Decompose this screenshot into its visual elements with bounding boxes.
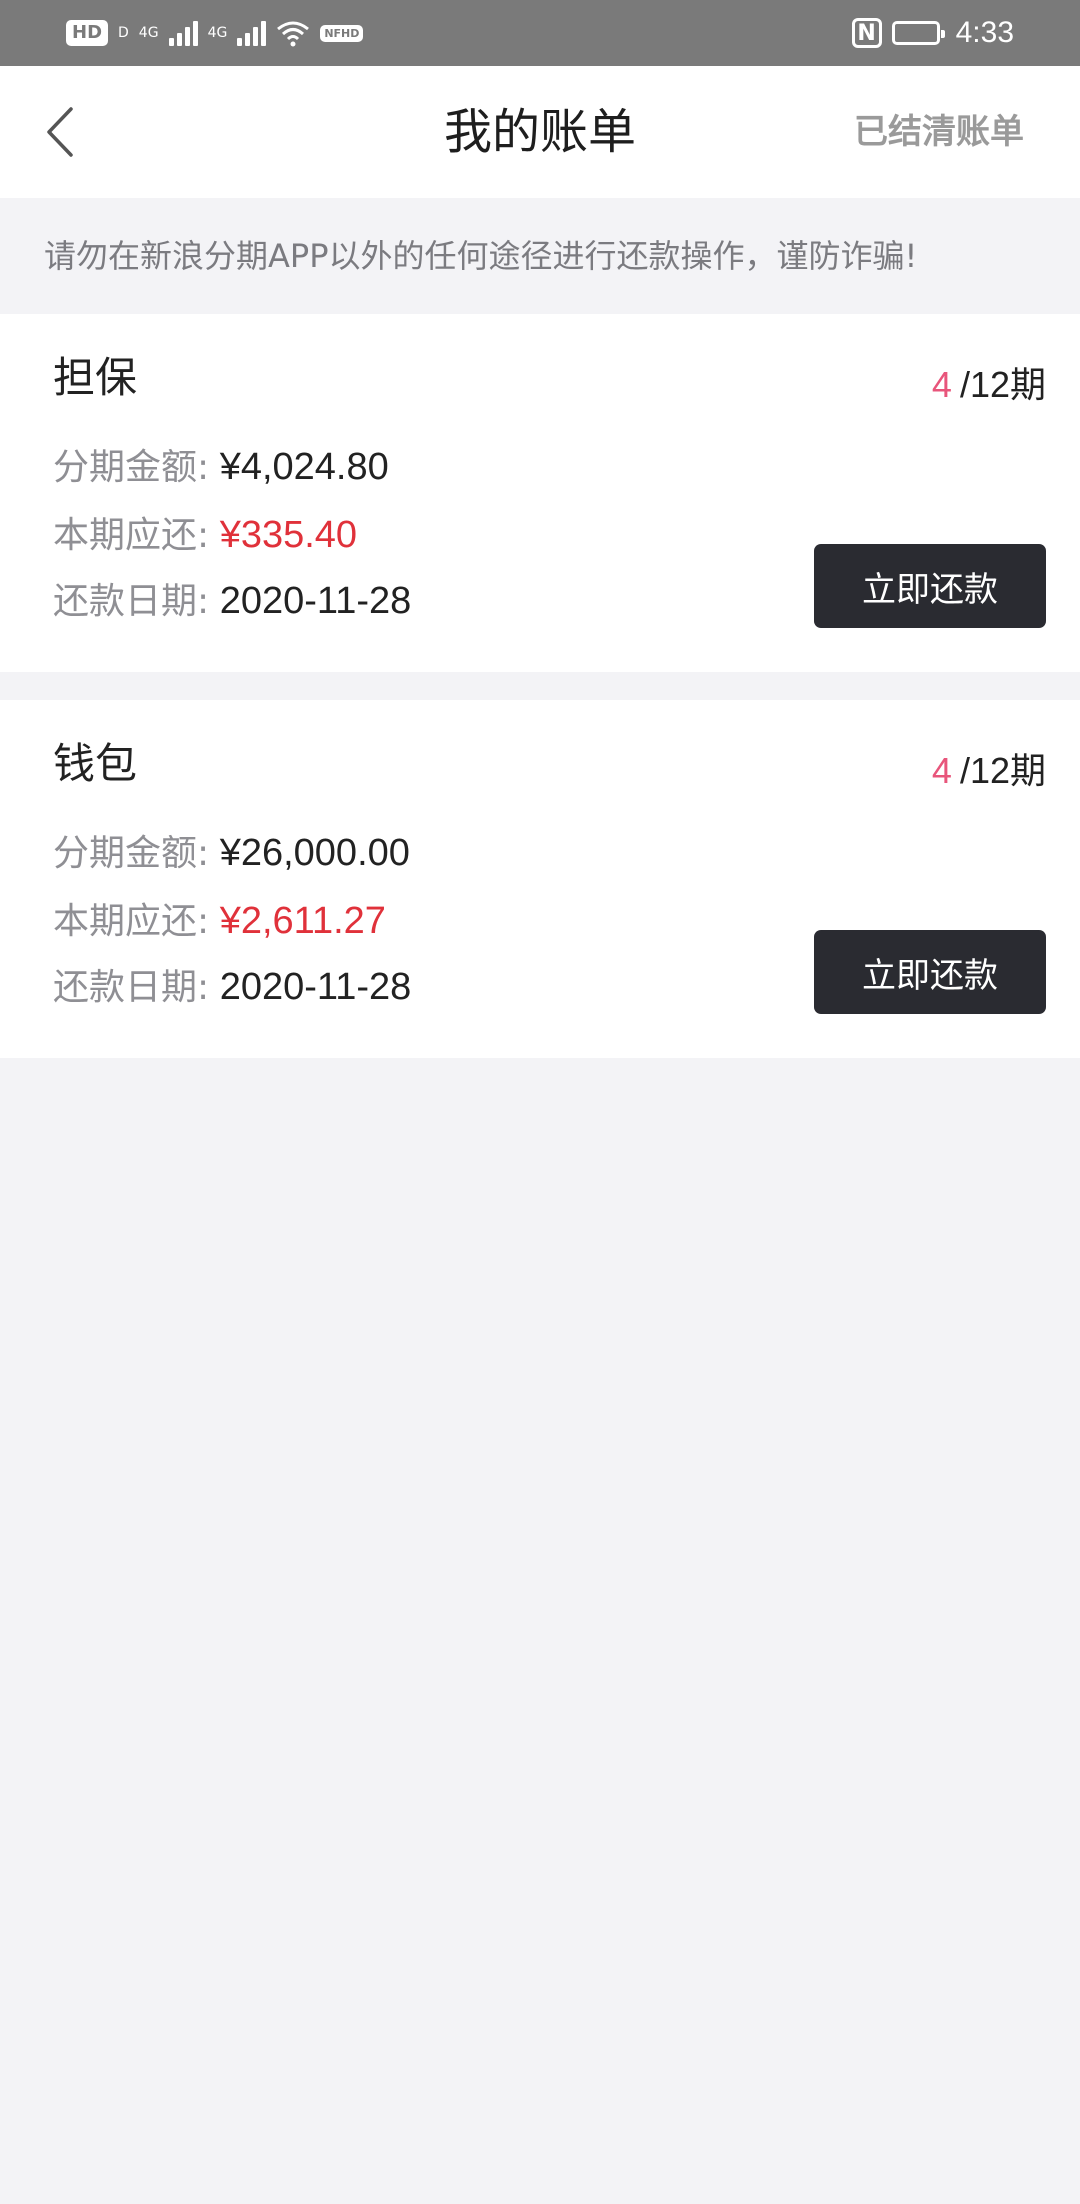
- nav-bar: 我的账单 已结清账单: [0, 66, 1080, 198]
- pay-now-button[interactable]: 立即还款: [814, 544, 1046, 628]
- bill-card: 担保 4/12期 分期金额: ¥4,024.80 本期应还: ¥335.40 还…: [0, 314, 1080, 672]
- settled-bills-link[interactable]: 已结清账单: [854, 66, 1024, 198]
- installment-amount-value: ¥4,024.80: [219, 446, 389, 488]
- nfc-icon: N: [851, 18, 882, 48]
- bill-name: 钱包: [53, 739, 138, 788]
- period-total: /12期: [959, 364, 1046, 405]
- current-due-label: 本期应还:: [53, 901, 210, 942]
- clock: 4:33: [955, 16, 1014, 49]
- pay-now-button[interactable]: 立即还款: [814, 930, 1046, 1014]
- current-due-row: 本期应还: ¥335.40: [53, 506, 357, 558]
- current-due-row: 本期应还: ¥2,611.27: [53, 892, 386, 944]
- status-bar: HD D 4G 4G NFHD N 4:33: [0, 0, 1080, 66]
- installment-amount-value: ¥26,000.00: [219, 832, 410, 874]
- signal-icon-2: [237, 20, 267, 46]
- bill-card: 钱包 4/12期 分期金额: ¥26,000.00 本期应还: ¥2,611.2…: [0, 700, 1080, 1058]
- status-bar-right: N 4:33: [851, 16, 1014, 50]
- installment-amount-row: 分期金额: ¥26,000.00: [53, 824, 410, 876]
- current-due-value: ¥335.40: [219, 514, 358, 556]
- network-type-1: 4G: [138, 25, 159, 41]
- network-type-2: 4G: [207, 25, 228, 41]
- hd-icon: HD: [66, 20, 109, 46]
- installment-amount-label: 分期金额:: [53, 833, 210, 874]
- current-due-label: 本期应还:: [53, 515, 210, 556]
- d-mark: D: [118, 25, 129, 41]
- bill-name: 担保: [53, 353, 138, 402]
- due-date-value: 2020-11-28: [219, 966, 412, 1008]
- signal-icon-1: [168, 20, 198, 46]
- status-bar-left: HD D 4G 4G NFHD: [66, 19, 364, 47]
- battery-icon: [891, 21, 945, 45]
- due-date-label: 还款日期:: [53, 967, 210, 1008]
- period-current: 4: [931, 364, 952, 405]
- current-due-value: ¥2,611.27: [219, 900, 386, 942]
- installment-amount-row: 分期金额: ¥4,024.80: [53, 438, 389, 490]
- bill-period: 4/12期: [932, 742, 1046, 794]
- nfhd-icon: NFHD: [320, 24, 364, 42]
- installment-amount-label: 分期金额:: [53, 447, 210, 488]
- due-date-row: 还款日期: 2020-11-28: [53, 572, 411, 624]
- due-date-value: 2020-11-28: [219, 580, 412, 622]
- fraud-notice: 请勿在新浪分期APP以外的任何途径进行还款操作，谨防诈骗!: [0, 198, 1080, 314]
- due-date-label: 还款日期:: [53, 581, 210, 622]
- bill-period: 4/12期: [932, 356, 1046, 408]
- period-current: 4: [931, 750, 952, 791]
- wifi-icon: [277, 21, 310, 47]
- due-date-row: 还款日期: 2020-11-28: [53, 958, 411, 1010]
- period-total: /12期: [959, 750, 1046, 791]
